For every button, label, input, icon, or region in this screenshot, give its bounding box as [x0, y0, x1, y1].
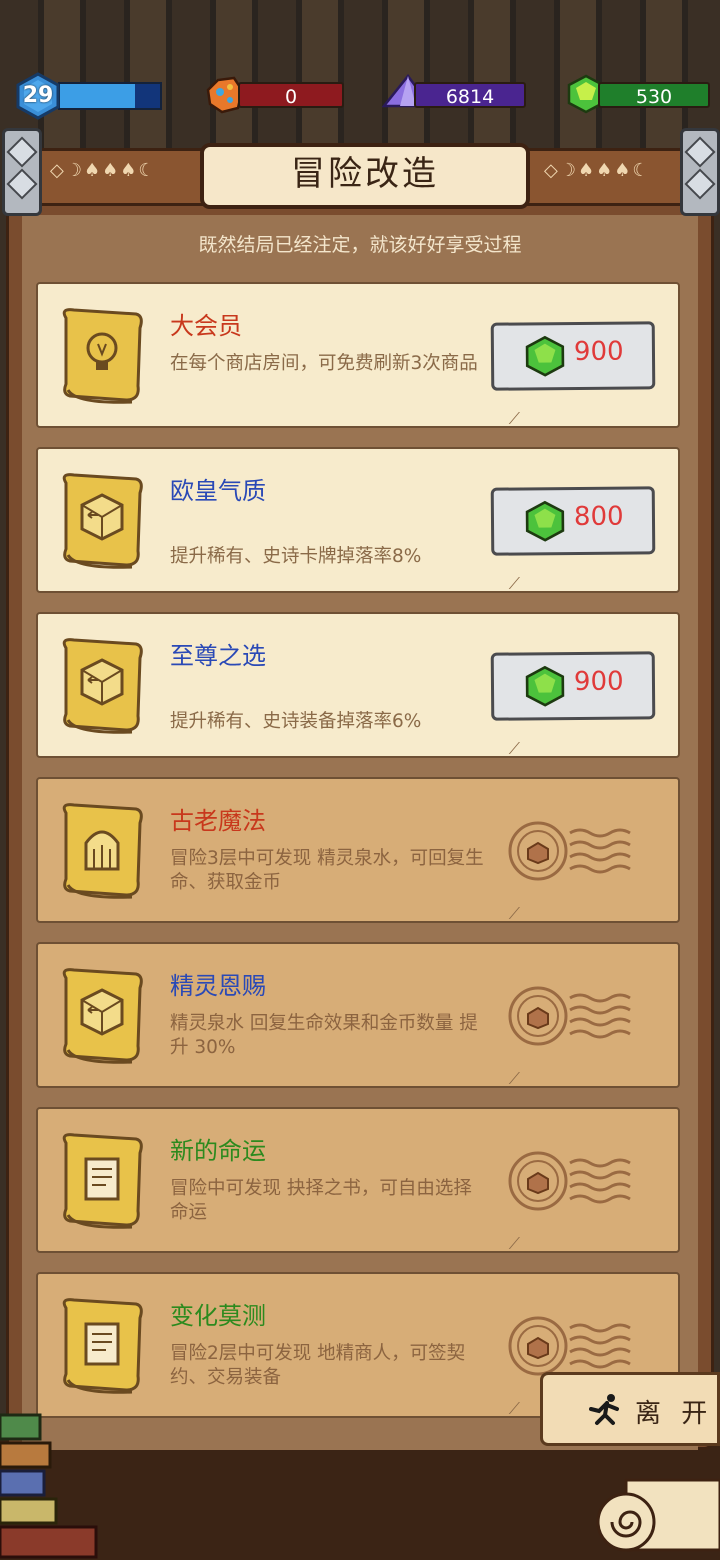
gem-count: 530: [598, 82, 710, 108]
buy-button[interactable]: 800: [490, 486, 656, 556]
ore-count: 0: [238, 82, 344, 108]
running-man-icon: [589, 1394, 619, 1425]
upgrade-description: 冒险2层中可发现 地精商人，可签契约、交易装备: [170, 1343, 466, 1388]
book-icon: [62, 1133, 143, 1229]
upgrade-card[interactable]: 欧皇气质提升稀有、史诗卡牌掉落率8% 800 ⟋: [36, 447, 680, 593]
paper-tear-icon: ⟋: [508, 409, 520, 428]
upgrade-description: 提升稀有、史诗卡牌掉落率8%: [170, 546, 422, 567]
dice-icon: [62, 968, 143, 1064]
xp-bar-fill: [60, 84, 135, 108]
upgrade-description: 精灵泉水 回复生命效果和金币数量 提升 30%: [170, 1013, 478, 1058]
upgrade-description: 冒险中可发现 抉择之书，可自由选择命运: [170, 1178, 472, 1223]
paper-tear-icon: ⟋: [508, 1234, 520, 1253]
scroll-decoration-icon: [596, 1478, 720, 1552]
price-value: 900: [573, 336, 624, 367]
page-title: 冒险改造: [291, 154, 439, 194]
gem-icon: [525, 500, 565, 542]
upgrade-name: 新的命运: [170, 1137, 266, 1165]
books-decoration-icon: [0, 1413, 98, 1559]
level-number: 29: [22, 83, 54, 108]
paper-tear-icon: ⟋: [508, 1399, 520, 1418]
upgrade-description: 提升稀有、史诗装备掉落率6%: [170, 711, 422, 732]
book-icon: [62, 1298, 143, 1394]
upgrade-name: 欧皇气质: [170, 477, 266, 505]
upgrade-card[interactable]: 至尊之选提升稀有、史诗装备掉落率6% 900 ⟋: [36, 612, 680, 758]
dice-icon: [62, 473, 143, 569]
upgrade-card: 古老魔法冒险3层中可发现 精灵泉水，可回复生命、获取金币 ⟋: [36, 777, 680, 923]
dice-icon: [62, 638, 143, 734]
purchased-stamp-icon: [508, 821, 631, 881]
header-decoration-left: ◇☽♠♠♠☾: [50, 160, 157, 181]
upgrade-description: 在每个商店房间，可免费刷新3次商品: [170, 353, 478, 374]
purchased-stamp-icon: [508, 1151, 631, 1211]
upgrade-card: 新的命运冒险中可发现 抉择之书，可自由选择命运 ⟋: [36, 1107, 680, 1253]
price-value: 800: [573, 501, 624, 532]
buy-button[interactable]: 900: [490, 651, 656, 721]
crystal-count: 6814: [414, 82, 526, 108]
gem-icon: [525, 335, 565, 377]
corner-ornament-left: [2, 128, 42, 216]
upgrade-name: 大会员: [170, 312, 242, 340]
page-subtitle: 既然结局已经注定，就该好好享受过程: [198, 234, 522, 256]
paper-tear-icon: ⟋: [508, 1069, 520, 1088]
upgrade-name: 变化莫测: [170, 1302, 266, 1330]
paper-tear-icon: ⟋: [508, 904, 520, 923]
price-value: 900: [573, 666, 624, 697]
xp-bar: [58, 82, 162, 110]
purchased-stamp-icon: [508, 1316, 631, 1376]
gem-icon: [525, 665, 565, 707]
buy-button[interactable]: 900: [490, 321, 656, 391]
upgrade-card[interactable]: 大会员在每个商店房间，可免费刷新3次商品 900 ⟋: [36, 282, 680, 428]
lightbulb-icon: [62, 308, 143, 404]
upgrade-name: 古老魔法: [170, 807, 266, 835]
paper-tear-icon: ⟋: [508, 739, 520, 758]
leave-label: 离 开: [635, 1399, 714, 1429]
fountain-icon: [62, 803, 143, 899]
leave-button[interactable]: 离 开: [540, 1372, 720, 1446]
upgrade-name: 精灵恩赐: [170, 972, 266, 1000]
paper-tear-icon: ⟋: [508, 574, 520, 593]
upgrade-description: 冒险3层中可发现 精灵泉水，可回复生命、获取金币: [170, 848, 484, 893]
upgrade-name: 至尊之选: [170, 642, 266, 670]
header-decoration-right: ◇☽♠♠♠☾: [544, 160, 651, 181]
upgrade-card: 精灵恩赐精灵泉水 回复生命效果和金币数量 提升 30% ⟋: [36, 942, 680, 1088]
purchased-stamp-icon: [508, 986, 631, 1046]
corner-ornament-right: [680, 128, 720, 216]
